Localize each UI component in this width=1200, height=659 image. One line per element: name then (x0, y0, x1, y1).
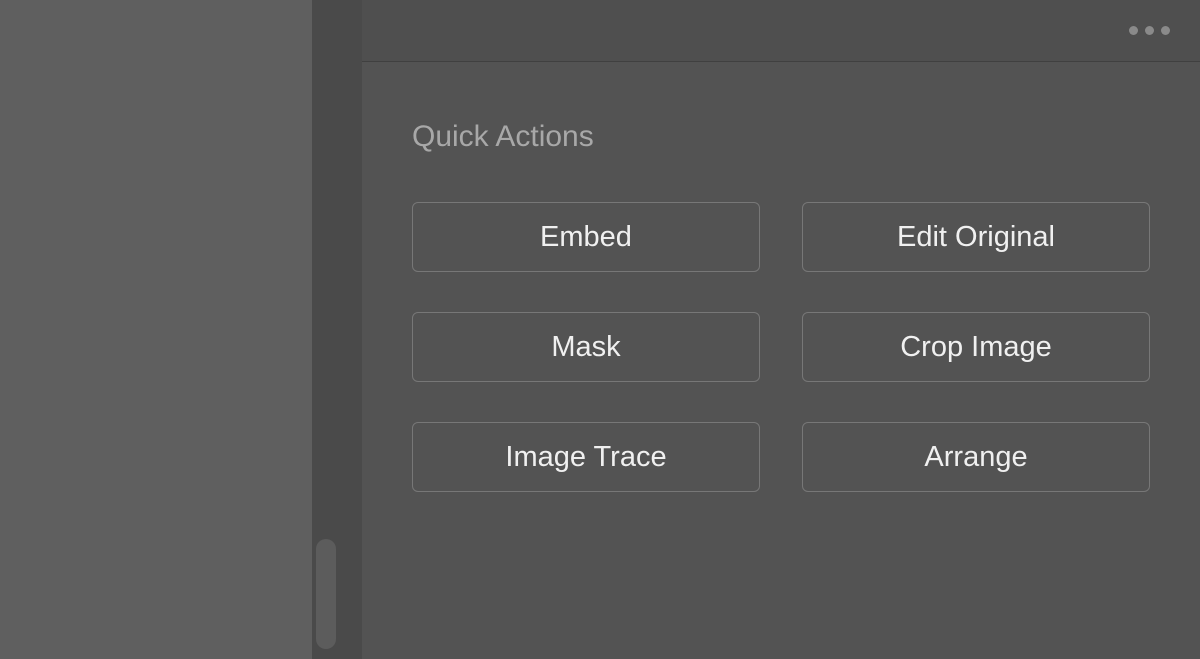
properties-panel: Quick Actions Embed Edit Original Mask C… (362, 0, 1200, 659)
panel-content: Quick Actions Embed Edit Original Mask C… (362, 62, 1200, 659)
panel-header (362, 0, 1200, 62)
quick-actions-heading: Quick Actions (412, 120, 1150, 154)
quick-actions-grid: Embed Edit Original Mask Crop Image Imag… (412, 202, 1150, 492)
embed-button[interactable]: Embed (412, 202, 760, 272)
panel-menu-icon[interactable] (1129, 26, 1170, 35)
arrange-button[interactable]: Arrange (802, 422, 1150, 492)
panel-divider (340, 0, 362, 659)
image-trace-button[interactable]: Image Trace (412, 422, 760, 492)
crop-image-button[interactable]: Crop Image (802, 312, 1150, 382)
vertical-scrollbar-track[interactable] (312, 0, 340, 659)
edit-original-button[interactable]: Edit Original (802, 202, 1150, 272)
canvas-area (0, 0, 340, 659)
vertical-scrollbar-thumb[interactable] (316, 539, 336, 649)
mask-button[interactable]: Mask (412, 312, 760, 382)
